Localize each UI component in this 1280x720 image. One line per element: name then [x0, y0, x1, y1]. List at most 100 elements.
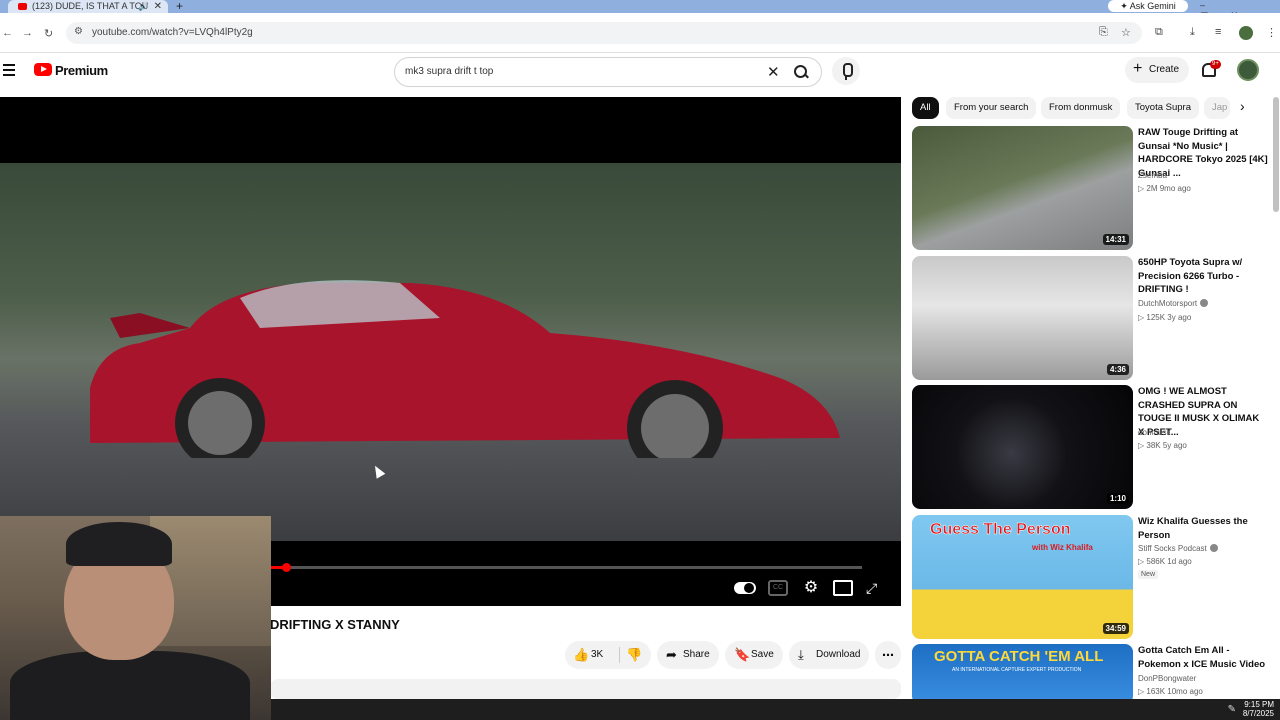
- download-button[interactable]: ⤓ Download: [789, 641, 869, 669]
- progress-scrubber[interactable]: [282, 563, 291, 572]
- download-label: Download: [816, 649, 861, 660]
- close-tab-icon[interactable]: ✕: [154, 0, 162, 13]
- url-field[interactable]: ⚙ youtube.com/watch?v=LVQh4lPty2g: [66, 22, 1142, 44]
- dislike-thumb-icon[interactable]: 👎: [626, 641, 642, 669]
- settings-gear-icon[interactable]: ⚙: [801, 580, 821, 596]
- extensions-icon[interactable]: ⧉: [1155, 26, 1163, 39]
- share-button[interactable]: ➦ Share: [657, 641, 719, 669]
- ask-gemini-button[interactable]: ✦ Ask Gemini: [1108, 0, 1188, 12]
- browser-tab[interactable]: (123) DUDE, IS THAT A TOU 🔊 ✕: [8, 0, 168, 13]
- duration-badge: 1:10: [1106, 493, 1129, 504]
- like-count[interactable]: 3K: [591, 641, 603, 669]
- ask-gemini-label: Ask Gemini: [1129, 1, 1176, 11]
- video-thumbnail[interactable]: 1:10: [912, 385, 1133, 509]
- search-input[interactable]: mk3 supra drift t top: [405, 66, 493, 77]
- bookmark-star-icon[interactable]: ☆: [1121, 26, 1131, 39]
- view-meta: ▷ 125K 3y ago: [1138, 313, 1192, 322]
- reload-icon[interactable]: ↻: [44, 27, 53, 40]
- address-bar-row: ← → ↻ ⚙ youtube.com/watch?v=LVQh4lPty2g …: [0, 13, 1280, 53]
- view-meta: ▷ 2M 9mo ago: [1138, 184, 1191, 193]
- media-icon[interactable]: ≡: [1215, 26, 1221, 38]
- video-thumbnail[interactable]: 14:31: [912, 126, 1133, 250]
- taskbar-clock[interactable]: 9:15 PM 8/7/2025: [1243, 700, 1274, 718]
- recommendation-item[interactable]: GOTTA CATCH 'EM ALL AN INTERNATIONAL CAP…: [912, 644, 1272, 704]
- channel-name[interactable]: DonPBongwater: [1138, 674, 1196, 683]
- recommendation-title[interactable]: Wiz Khalifa Guesses the Person: [1138, 515, 1268, 542]
- video-thumbnail[interactable]: 4:36: [912, 256, 1133, 380]
- description-box[interactable]: [270, 679, 901, 699]
- thumbnail-headline: GOTTA CATCH 'EM ALL: [934, 648, 1104, 665]
- recommendation-item[interactable]: 14:31 RAW Touge Drifting at Gunsai *No M…: [912, 126, 1272, 251]
- search-icon[interactable]: [789, 61, 815, 83]
- chip-from-donmusk[interactable]: From donmusk: [1041, 97, 1121, 119]
- share-label: Share: [683, 649, 710, 660]
- recommendation-item[interactable]: 4:36 650HP Toyota Supra w/ Precision 626…: [912, 256, 1272, 381]
- red-supra-car-image: [90, 280, 840, 458]
- recommendation-title[interactable]: Gotta Catch Em All - Pokemon x ICE Music…: [1138, 644, 1268, 671]
- browser-menu-icon[interactable]: ⋮: [1266, 26, 1277, 39]
- clock-date: 8/7/2025: [1242, 709, 1274, 718]
- video-frame: [0, 163, 901, 541]
- browser-profile-avatar[interactable]: [1239, 26, 1253, 40]
- share-icon: ➦: [666, 647, 677, 662]
- channel-name-text: DutchMotorsport: [1138, 299, 1198, 308]
- browser-tab-bar: (123) DUDE, IS THAT A TOU 🔊 ✕ + ✦ Ask Ge…: [0, 0, 1280, 20]
- view-meta: ▷ 586K 1d ago: [1138, 557, 1192, 566]
- pen-tray-icon[interactable]: ✎: [1228, 704, 1236, 715]
- view-meta: ▷ 163K 10mo ago: [1138, 687, 1203, 696]
- url-text[interactable]: youtube.com/watch?v=LVQh4lPty2g: [92, 27, 253, 38]
- voice-search-icon[interactable]: [832, 57, 860, 85]
- notification-badge: 9+: [1210, 60, 1221, 69]
- youtube-brand-label[interactable]: Premium: [55, 63, 108, 78]
- install-icon[interactable]: ⎘: [1099, 26, 1108, 39]
- search-box[interactable]: mk3 supra drift t top ✕: [394, 57, 822, 87]
- like-thumb-icon[interactable]: 👍: [573, 641, 589, 669]
- hamburger-menu-icon[interactable]: [3, 64, 15, 76]
- page-scrollbar[interactable]: [1273, 97, 1279, 212]
- captions-icon[interactable]: CC: [768, 580, 788, 596]
- verified-check-icon: [1200, 299, 1209, 307]
- channel-name[interactable]: Zsemba: [1138, 171, 1167, 180]
- chip-from-your-search[interactable]: From your search: [946, 97, 1037, 119]
- save-label: Save: [751, 649, 774, 660]
- new-tab-icon[interactable]: +: [176, 0, 183, 13]
- autoplay-toggle[interactable]: [734, 582, 756, 594]
- create-button[interactable]: Create: [1125, 56, 1189, 83]
- recommendation-item[interactable]: Guess The Person with Wiz Khalifa 34:59 …: [912, 515, 1272, 640]
- tab-title: (123) DUDE, IS THAT A TOU: [32, 1, 149, 11]
- channel-name[interactable]: donmusk: [1138, 428, 1170, 437]
- chevron-right-icon[interactable]: ›: [1240, 98, 1245, 114]
- progress-bar[interactable]: [270, 563, 862, 572]
- video-title: DRIFTING X STANNY: [270, 617, 400, 632]
- recommendation-item[interactable]: 1:10 OMG ! WE ALMOST CRASHED SUPRA ON TO…: [912, 385, 1272, 510]
- duration-badge: 34:59: [1102, 623, 1129, 634]
- save-button[interactable]: 🔖 Save: [725, 641, 783, 669]
- video-thumbnail[interactable]: Guess The Person with Wiz Khalifa 34:59: [912, 515, 1133, 639]
- webcam-person-cap: [66, 522, 172, 566]
- user-avatar[interactable]: [1237, 59, 1259, 81]
- video-thumbnail[interactable]: GOTTA CATCH 'EM ALL AN INTERNATIONAL CAP…: [912, 644, 1133, 704]
- clock-time: 9:15 PM: [1244, 700, 1274, 709]
- like-dislike-group: 👍 3K 👎: [565, 641, 651, 669]
- youtube-logo-icon[interactable]: [34, 63, 52, 76]
- channel-name[interactable]: Stiff Socks Podcast: [1138, 544, 1218, 553]
- fullscreen-icon[interactable]: ⤢: [866, 580, 886, 596]
- download-icon: ⤓: [798, 647, 804, 662]
- thumbnail-headline: Guess The Person: [930, 521, 1071, 539]
- more-actions-icon[interactable]: ⋯: [875, 641, 901, 669]
- verified-check-icon: [1209, 544, 1218, 552]
- back-icon[interactable]: ←: [2, 27, 13, 39]
- recommendation-title[interactable]: 650HP Toyota Supra w/ Precision 6266 Tur…: [1138, 256, 1268, 297]
- theater-mode-icon[interactable]: [833, 580, 853, 596]
- chip-jap[interactable]: Jap: [1204, 97, 1230, 119]
- speaker-icon[interactable]: 🔊: [138, 0, 148, 13]
- bookmark-icon: 🔖: [734, 647, 751, 662]
- channel-name[interactable]: DutchMotorsport: [1138, 299, 1209, 308]
- duration-badge: 14:31: [1102, 234, 1129, 245]
- forward-icon[interactable]: →: [22, 27, 33, 39]
- chip-toyota-supra[interactable]: Toyota Supra: [1127, 97, 1199, 119]
- chip-all[interactable]: All: [912, 97, 939, 119]
- downloads-icon[interactable]: ⤓: [1190, 26, 1195, 39]
- clear-search-icon[interactable]: ✕: [767, 63, 780, 81]
- site-info-icon[interactable]: ⚙: [74, 26, 83, 37]
